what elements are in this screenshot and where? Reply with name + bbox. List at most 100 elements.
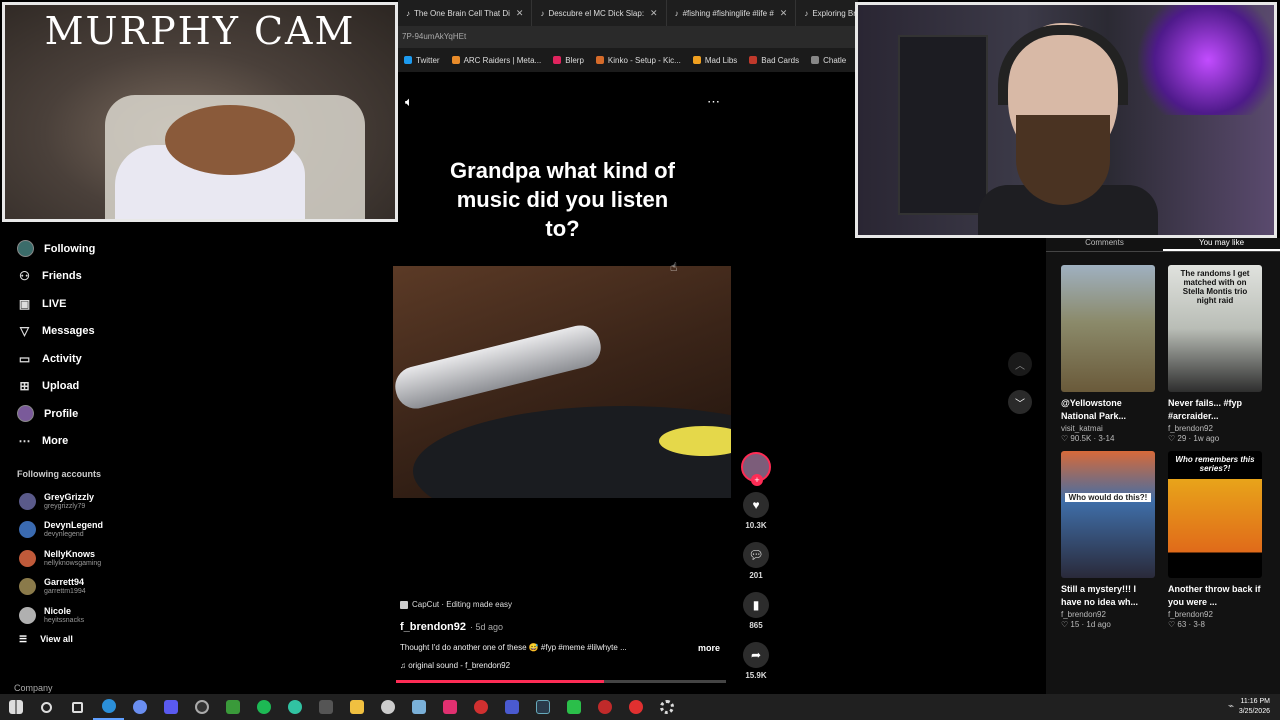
bookmark-icon bbox=[811, 56, 820, 64]
recommendations-panel: Comments You may like @Yellowstone Natio… bbox=[1046, 238, 1280, 694]
browser-tab[interactable]: ♪ #fishing #fishinglife #life # ✕ bbox=[667, 0, 797, 26]
system-clock[interactable]: 11:16 PM 3/25/2026 bbox=[1239, 697, 1270, 717]
xbox-button[interactable] bbox=[217, 694, 248, 720]
video-card[interactable]: The randoms I get matched with on Stella… bbox=[1168, 265, 1262, 443]
close-tab-icon[interactable]: ✕ bbox=[516, 8, 524, 19]
feed-navigation: ︿ ﹀ bbox=[1008, 352, 1032, 428]
video-card[interactable]: Who would do this?! Still a mystery!!! I… bbox=[1061, 451, 1155, 629]
account-item[interactable]: Garrett94 garrettm1994 bbox=[0, 573, 230, 602]
nav-item-following[interactable]: Following bbox=[0, 235, 230, 263]
app-button[interactable] bbox=[527, 694, 558, 720]
app-icon bbox=[535, 700, 550, 714]
streamlabs-button[interactable] bbox=[279, 694, 310, 720]
account-item[interactable]: DevynLegend devynlegend bbox=[0, 516, 230, 545]
view-all-link[interactable]: ☰ View all bbox=[0, 634, 230, 645]
app-button[interactable] bbox=[496, 694, 527, 720]
app-button[interactable] bbox=[558, 694, 589, 720]
address-bar[interactable]: 7P-94umAkYqHEt bbox=[398, 26, 858, 48]
video-player[interactable] bbox=[393, 266, 731, 498]
calendar-app-button[interactable] bbox=[155, 694, 186, 720]
more-icon: ⋯ bbox=[18, 434, 31, 449]
tab-you-may-like[interactable]: You may like bbox=[1163, 238, 1280, 251]
notepad-button[interactable] bbox=[403, 694, 434, 720]
browser-tab[interactable]: ♪ Descubre el MC Dick Slap: ✕ bbox=[532, 0, 667, 26]
video-thumbnail[interactable]: Who would do this?! bbox=[1061, 451, 1155, 578]
rgb-light-image bbox=[1138, 5, 1274, 115]
nav-item-activity[interactable]: ▭ Activity bbox=[0, 345, 230, 373]
share-button[interactable]: ➦ bbox=[743, 642, 769, 668]
nav-item-profile[interactable]: Profile bbox=[0, 400, 230, 428]
browser-tab[interactable]: ♪Exploring British an bbox=[796, 0, 858, 26]
bookmark-twitter[interactable]: Twitter bbox=[404, 56, 448, 65]
task-view-button[interactable] bbox=[62, 694, 93, 720]
search-button[interactable] bbox=[31, 694, 62, 720]
avatar bbox=[19, 492, 36, 510]
like-button[interactable]: ♥ bbox=[743, 492, 769, 518]
tab-comments[interactable]: Comments bbox=[1046, 238, 1163, 251]
bookmark-mad-libs[interactable]: Mad Libs bbox=[692, 56, 745, 65]
previous-video-button[interactable]: ︿ bbox=[1008, 352, 1032, 376]
close-tab-icon[interactable]: ✕ bbox=[650, 8, 658, 19]
chrome-button[interactable] bbox=[124, 694, 155, 720]
more-link[interactable]: more bbox=[698, 643, 720, 653]
bookmark-blerp[interactable]: Blerp bbox=[553, 56, 592, 65]
next-video-button[interactable]: ﹀ bbox=[1008, 390, 1032, 414]
file-explorer-button[interactable] bbox=[341, 694, 372, 720]
xbox-icon bbox=[225, 700, 240, 714]
nav-item-more[interactable]: ⋯ More bbox=[0, 428, 230, 456]
folder-icon bbox=[349, 700, 364, 714]
app-icon bbox=[628, 700, 643, 714]
follow-plus-icon[interactable]: + bbox=[751, 474, 763, 486]
video-card[interactable]: @Yellowstone National Park... visit_katm… bbox=[1061, 265, 1155, 443]
account-item[interactable]: Nicole heyitssnacks bbox=[0, 601, 230, 630]
video-author[interactable]: f_brendon92 · 5d ago bbox=[400, 621, 503, 633]
start-button[interactable] bbox=[0, 694, 31, 720]
app-icon bbox=[504, 700, 519, 714]
edge-browser-button[interactable] bbox=[93, 694, 124, 720]
upload-icon: ⊞ bbox=[19, 379, 30, 394]
network-icon[interactable]: ⌁ bbox=[1228, 701, 1234, 712]
app-button[interactable] bbox=[589, 694, 620, 720]
nav-item-friends[interactable]: ⚇ Friends bbox=[0, 263, 230, 291]
bookmark-kinko[interactable]: Kinko - Setup - Kic... bbox=[595, 56, 689, 65]
video-progress-bar[interactable] bbox=[396, 680, 726, 683]
sound-link[interactable]: ♫ original sound - f_brendon92 bbox=[400, 661, 510, 670]
account-item[interactable]: GreyGrizzly greygrizzly79 bbox=[0, 487, 230, 516]
account-item[interactable]: NellyKnows nellyknowsgaming bbox=[0, 544, 230, 573]
more-options-icon[interactable]: ⋯ bbox=[707, 94, 720, 110]
headset-image bbox=[998, 25, 1128, 105]
comment-button[interactable]: 💬︎ bbox=[743, 542, 769, 568]
app-button[interactable] bbox=[620, 694, 651, 720]
app-button[interactable] bbox=[372, 694, 403, 720]
bookmark-chatle[interactable]: Chatle bbox=[811, 56, 854, 65]
bookmark-icon bbox=[451, 56, 460, 64]
capcut-badge[interactable]: CapCut · Editing made easy bbox=[400, 600, 512, 609]
company-link[interactable]: Company bbox=[14, 683, 53, 693]
nav-item-upload[interactable]: ⊞ Upload bbox=[0, 373, 230, 401]
close-tab-icon[interactable]: ✕ bbox=[780, 8, 788, 19]
edge-icon bbox=[101, 699, 116, 713]
streamer-webcam-overlay bbox=[855, 2, 1277, 238]
save-count: 865 bbox=[749, 621, 763, 630]
steam-button[interactable] bbox=[310, 694, 341, 720]
bookmark-arc-raiders[interactable]: ARC Raiders | Meta... bbox=[451, 56, 550, 65]
spotify-button[interactable] bbox=[248, 694, 279, 720]
browser-tab[interactable]: ♪ The One Brain Cell That Di ✕ bbox=[398, 0, 533, 26]
nav-item-messages[interactable]: ▽ Messages bbox=[0, 318, 230, 346]
video-thumbnail[interactable] bbox=[1061, 265, 1155, 392]
app-button[interactable] bbox=[434, 694, 465, 720]
settings-button[interactable] bbox=[651, 694, 682, 720]
volume-icon[interactable]: 🔈︎ bbox=[405, 94, 413, 110]
tiktok-icon: ♪ bbox=[406, 8, 410, 18]
app-button[interactable] bbox=[465, 694, 496, 720]
save-button[interactable]: ▮ bbox=[743, 592, 769, 618]
creator-live-avatar[interactable]: + bbox=[741, 452, 771, 486]
video-card[interactable]: Who remembers this series?! Another thro… bbox=[1168, 451, 1262, 629]
video-thumbnail[interactable]: The randoms I get matched with on Stella… bbox=[1168, 265, 1262, 392]
obs-button[interactable] bbox=[186, 694, 217, 720]
app-icon bbox=[380, 700, 395, 714]
bookmark-bad-cards[interactable]: Bad Cards bbox=[749, 56, 807, 65]
nav-item-live[interactable]: ▣ LIVE bbox=[0, 290, 230, 318]
video-thumbnail[interactable]: Who remembers this series?! bbox=[1168, 451, 1262, 578]
app-icon bbox=[442, 700, 457, 714]
